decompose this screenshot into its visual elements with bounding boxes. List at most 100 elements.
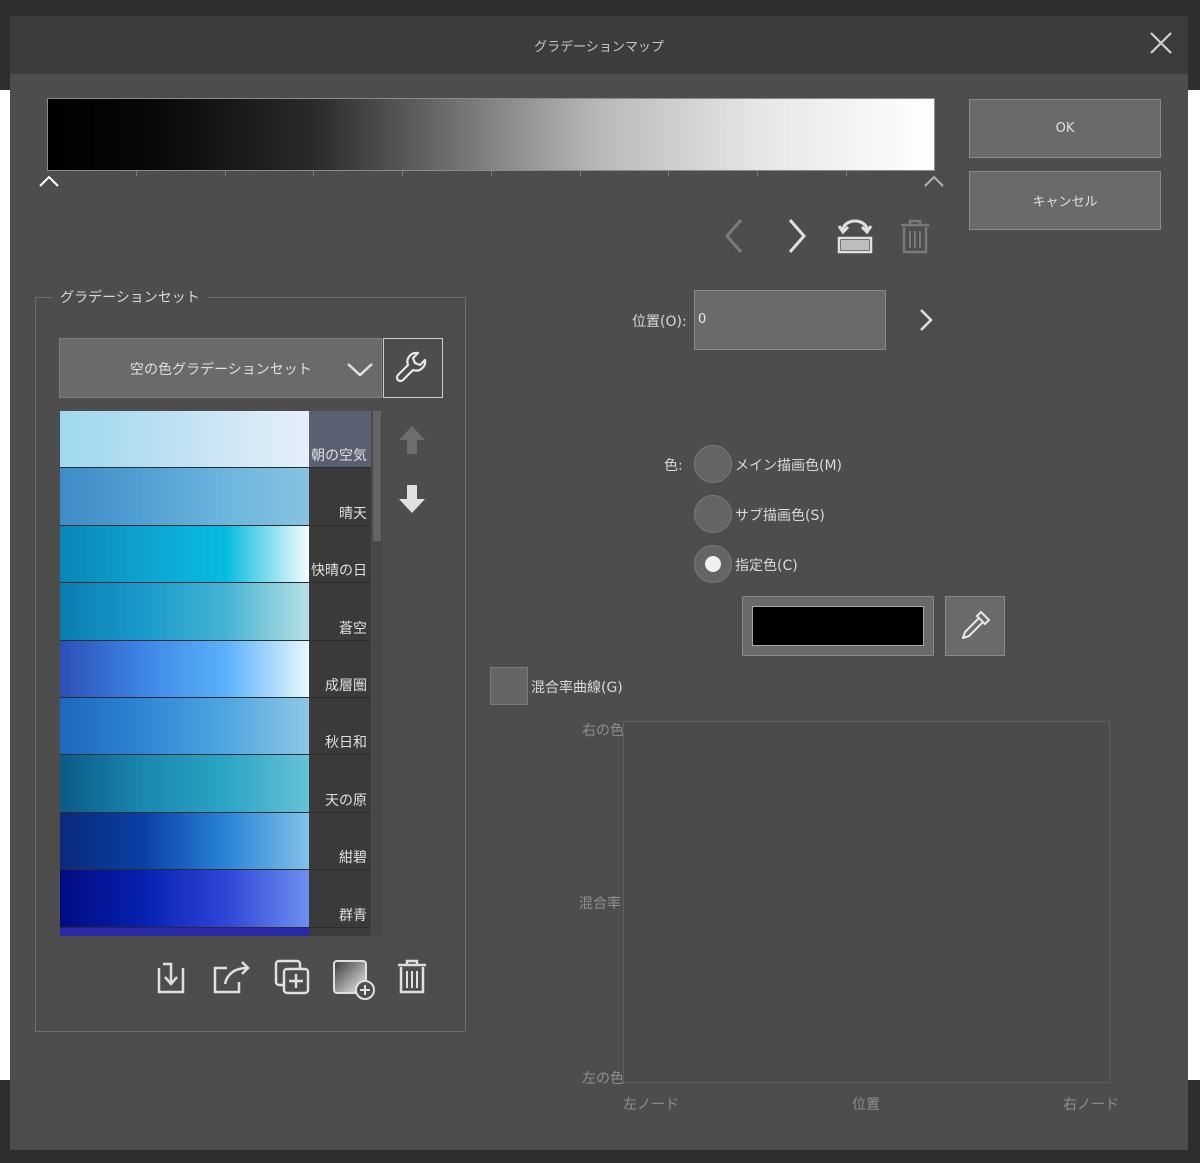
position-step-icon[interactable] bbox=[915, 306, 937, 334]
gradient-name-cell: 成層圏 bbox=[309, 640, 371, 697]
specified-color-swatch[interactable] bbox=[742, 596, 934, 656]
y-axis-mid-label: 混合率 bbox=[579, 896, 621, 912]
blend-curve-label: 混合率曲線(G) bbox=[531, 680, 623, 696]
list-scrollbar[interactable] bbox=[372, 411, 382, 936]
gradient-name: 晴天 bbox=[339, 505, 367, 522]
reverse-gradient-icon[interactable] bbox=[835, 216, 875, 256]
specified-color-fill bbox=[752, 606, 924, 646]
close-icon[interactable] bbox=[1148, 30, 1174, 56]
gradient-tick bbox=[491, 171, 492, 176]
gradient-swatch bbox=[60, 640, 309, 697]
wrench-icon bbox=[395, 351, 427, 383]
blend-curve-graph bbox=[623, 721, 1110, 1083]
gradient-list-item[interactable]: 天の原 bbox=[60, 755, 371, 813]
gradient-tick bbox=[402, 171, 403, 176]
gradient-name: 朝の空気 bbox=[311, 448, 367, 465]
x-axis-right-label: 右ノード bbox=[1063, 1097, 1119, 1113]
gradient-tick bbox=[668, 171, 669, 176]
gradient-set-legend: グラデーションセット bbox=[52, 287, 208, 307]
gradient-list-item[interactable]: 紺碧 bbox=[60, 812, 371, 871]
gradient-map-dialog: グラデーションマップ OK キャンセル グラデーションセット 空の色グラデーショ… bbox=[10, 16, 1188, 1150]
gradient-swatch bbox=[60, 870, 309, 927]
export-icon[interactable] bbox=[211, 956, 253, 996]
gradient-set-list[interactable]: 朝の空気晴天快晴の日蒼空成層圏秋日和天の原紺碧群青 bbox=[60, 411, 371, 936]
eyedropper-button[interactable] bbox=[945, 596, 1005, 656]
sub-color-label: サブ描画色(S) bbox=[735, 508, 825, 524]
add-gradient-icon[interactable] bbox=[331, 958, 375, 1000]
gradient-name: 快晴の日 bbox=[311, 563, 367, 580]
gradient-list-item[interactable]: 蒼空 bbox=[60, 583, 371, 641]
gradient-tick bbox=[580, 171, 581, 176]
radio-selected-dot bbox=[705, 556, 721, 572]
gradient-swatch bbox=[60, 411, 309, 468]
gradient-list-item[interactable]: 快晴の日 bbox=[60, 525, 371, 584]
x-axis-left-label: 左ノード bbox=[623, 1097, 679, 1113]
gradient-name: 成層圏 bbox=[325, 677, 367, 694]
gradient-name-cell: 天の原 bbox=[309, 755, 371, 812]
gradient-swatch bbox=[60, 525, 309, 583]
eyedropper-icon bbox=[962, 610, 991, 639]
chevron-down-icon bbox=[346, 359, 374, 379]
gradient-name: 蒼空 bbox=[339, 620, 367, 637]
gradient-tick bbox=[225, 171, 226, 176]
sub-color-radio[interactable] bbox=[694, 495, 732, 533]
color-label: 色: bbox=[664, 458, 683, 474]
x-axis-mid-label: 位置 bbox=[852, 1097, 880, 1113]
delete-node-icon[interactable] bbox=[898, 218, 932, 254]
dialog-title: グラデーションマップ bbox=[534, 40, 664, 55]
duplicate-icon[interactable] bbox=[273, 958, 311, 996]
gradient-tick bbox=[313, 171, 314, 176]
gradient-set-selected: 空の色グラデーションセット bbox=[130, 362, 312, 378]
move-down-icon[interactable] bbox=[397, 483, 427, 515]
set-settings-button[interactable] bbox=[383, 338, 443, 398]
prev-node-icon[interactable] bbox=[717, 216, 751, 256]
delete-set-icon[interactable] bbox=[396, 958, 428, 994]
gradient-name-cell: 晴天 bbox=[309, 468, 371, 525]
right-node-handle[interactable] bbox=[923, 174, 945, 188]
scrollbar-thumb[interactable] bbox=[373, 411, 381, 541]
background-app-strip-right bbox=[1188, 90, 1200, 1080]
cancel-button[interactable]: キャンセル bbox=[969, 171, 1161, 230]
gradient-swatch bbox=[60, 468, 309, 525]
gradient-tick bbox=[757, 171, 758, 176]
left-node-handle[interactable] bbox=[38, 174, 60, 188]
gradient-list-item[interactable]: 群青 bbox=[60, 870, 371, 928]
y-axis-bottom-label: 左の色 bbox=[582, 1071, 624, 1087]
import-icon[interactable] bbox=[153, 956, 189, 996]
gradient-list-item[interactable]: 晴天 bbox=[60, 468, 371, 526]
gradient-name: 秋日和 bbox=[325, 735, 367, 752]
specified-color-label: 指定色(C) bbox=[735, 558, 798, 574]
gradient-list-item[interactable]: 成層圏 bbox=[60, 640, 371, 698]
main-color-label: メイン描画色(M) bbox=[735, 458, 843, 474]
position-value: 0 bbox=[698, 312, 707, 327]
gradient-name-cell: 群青 bbox=[309, 870, 371, 927]
background-app-strip-left bbox=[0, 90, 10, 1080]
blend-curve-checkbox[interactable] bbox=[490, 667, 528, 705]
ok-button[interactable]: OK bbox=[969, 99, 1161, 158]
gradient-swatch bbox=[60, 697, 309, 755]
gradient-list-item[interactable]: 朝の空気 bbox=[60, 411, 371, 469]
gradient-tick bbox=[136, 171, 137, 176]
gradient-name-cell: 蒼空 bbox=[309, 583, 371, 640]
position-input[interactable]: 0 bbox=[694, 290, 886, 350]
gradient-preview-bar[interactable] bbox=[47, 98, 935, 171]
y-axis-top-label: 右の色 bbox=[582, 723, 624, 739]
gradient-tick bbox=[846, 171, 847, 176]
specified-color-radio[interactable] bbox=[694, 545, 732, 583]
gradient-swatch bbox=[60, 583, 309, 640]
gradient-name: 紺碧 bbox=[339, 850, 367, 867]
gradient-name-cell: 朝の空気 bbox=[309, 411, 371, 468]
gradient-swatch bbox=[60, 812, 309, 870]
gradient-name-cell: 紺碧 bbox=[309, 812, 371, 870]
position-label: 位置(O): bbox=[632, 314, 687, 330]
gradient-name: 天の原 bbox=[325, 792, 367, 809]
title-bar: グラデーションマップ bbox=[10, 16, 1188, 74]
next-node-icon[interactable] bbox=[780, 216, 814, 256]
gradient-name: 群青 bbox=[339, 907, 367, 924]
move-up-icon[interactable] bbox=[397, 424, 427, 456]
gradient-set-dropdown[interactable]: 空の色グラデーションセット bbox=[59, 338, 382, 398]
main-color-radio[interactable] bbox=[694, 445, 732, 483]
gradient-list-item-partial[interactable] bbox=[60, 927, 309, 936]
gradient-list-item[interactable]: 秋日和 bbox=[60, 697, 371, 756]
gradient-name-cell: 秋日和 bbox=[309, 697, 371, 755]
